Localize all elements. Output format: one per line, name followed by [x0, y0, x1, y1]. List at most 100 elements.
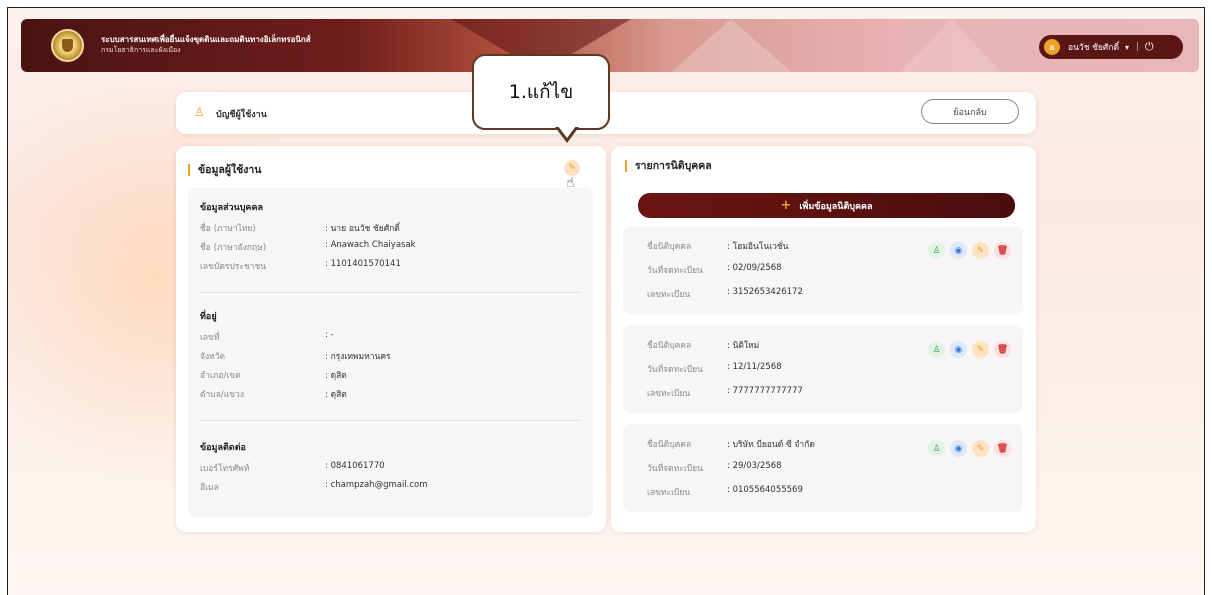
juristic-label: วันที่จดทะเบียน	[647, 365, 703, 375]
info-label: ตำบล/แขวง	[200, 390, 244, 400]
eye-icon[interactable]: ◉	[950, 242, 967, 259]
eye-icon[interactable]: ◉	[950, 440, 967, 457]
header-decoration	[671, 19, 791, 72]
back-button[interactable]: ย้อนกลับ	[921, 99, 1019, 124]
add-juristic-button[interactable]: + เพิ่มข้อมูลนิติบุคคล	[638, 193, 1015, 218]
juristic-label: เลขทะเบียน	[647, 290, 691, 300]
info-value: : ดุสิต	[325, 390, 347, 400]
person-icon[interactable]: ♙	[928, 242, 945, 259]
user-name: อนวัช ชัยศักดิ์	[1068, 43, 1119, 53]
info-row: ชื่อ (ภาษาอังกฤษ) : Anawach Chaiyasak	[200, 240, 580, 254]
juristic-value: : 0105564055569	[727, 485, 803, 495]
user-icon: ♙	[194, 105, 205, 119]
juristic-row: ชื่อนิติบุคคล : นิติใหม่	[647, 338, 907, 352]
info-row: เบอร์โทรศัพท์ : 0841061770	[200, 461, 580, 475]
callout-pointer	[558, 126, 576, 138]
juristic-row: เลขทะเบียน : 7777777777777	[647, 386, 907, 400]
info-label: เลขที่	[200, 333, 220, 343]
info-value: : 0841061770	[325, 461, 385, 471]
divider: |	[1136, 42, 1139, 52]
annotation-callout: 1.แก้ไข	[472, 54, 610, 130]
juristic-value: : บริษัท บียอนด์ ซี จำกัด	[727, 440, 815, 450]
person-icon[interactable]: ♙	[928, 341, 945, 358]
info-row: เลขบัตรประชาชน : 1101401570141	[200, 259, 580, 273]
header-decoration	[901, 19, 1001, 72]
juristic-list-card: รายการนิติบุคคล + เพิ่มข้อมูลนิติบุคคล ชื…	[611, 146, 1036, 532]
info-row: อีเมล : champzah@gmail.com	[200, 480, 580, 494]
department-name: กรมโยธาธิการและผังเมือง	[101, 46, 181, 54]
juristic-value: : 12/11/2568	[727, 362, 782, 372]
trash-icon[interactable]: 🗑	[994, 242, 1011, 259]
info-value: : Anawach Chaiyasak	[325, 240, 416, 250]
juristic-label: วันที่จดทะเบียน	[647, 266, 703, 276]
page-title: บัญชีผู้ใช้งาน	[216, 110, 267, 120]
contact-title: ข้อมูลติดต่อ	[200, 443, 246, 453]
juristic-value: : 7777777777777	[727, 386, 803, 396]
info-row: อำเภอ/เขต : ดุสิต	[200, 368, 580, 382]
divider	[200, 292, 580, 293]
pencil-icon[interactable]: ✎	[972, 440, 989, 457]
juristic-label: เลขทะเบียน	[647, 488, 691, 498]
avatar: อ	[1044, 39, 1060, 55]
trash-icon[interactable]: 🗑	[994, 440, 1011, 457]
address-title: ที่อยู่	[200, 312, 217, 322]
edit-user-button[interactable]: ✎	[564, 160, 580, 176]
pencil-icon[interactable]: ✎	[972, 341, 989, 358]
info-value: : 1101401570141	[325, 259, 401, 269]
info-label: เบอร์โทรศัพท์	[200, 464, 250, 474]
user-info-title: ข้อมูลผู้ใช้งาน	[188, 164, 261, 176]
user-info-card: ข้อมูลผู้ใช้งาน ✎ ☝ ข้อมูลส่วนบุคคล ชื่อ…	[176, 146, 606, 532]
info-value: : ดุสิต	[325, 371, 347, 381]
person-icon[interactable]: ♙	[928, 440, 945, 457]
app-header: ระบบสารสนเทศเพื่อยื่นแจ้งขุดดินและถมดินท…	[21, 19, 1199, 72]
juristic-row: เลขทะเบียน : 0105564055569	[647, 485, 907, 499]
juristic-value: : โฮมอินโนเวชั่น	[727, 242, 789, 252]
juristic-item: ชื่อนิติบุคคล : โฮมอินโนเวชั่น วันที่จดทะ…	[623, 226, 1023, 314]
info-label: อีเมล	[200, 483, 219, 493]
juristic-row: วันที่จดทะเบียน : 29/03/2568	[647, 461, 907, 475]
info-row: ชื่อ (ภาษาไทย): นาย อนวัช ชัยศักดิ์	[200, 221, 580, 235]
pencil-icon[interactable]: ✎	[972, 242, 989, 259]
user-menu[interactable]: อ อนวัช ชัยศักดิ์ ▾ | ⏻	[1039, 35, 1183, 59]
juristic-list-title: รายการนิติบุคคล	[625, 160, 712, 172]
info-label: จังหวัด	[200, 352, 226, 362]
juristic-row: เลขทะเบียน : 3152653426172	[647, 287, 907, 301]
info-value: : กรุงเทพมหานคร	[325, 352, 391, 362]
info-value: : -	[325, 330, 334, 340]
plus-icon: +	[780, 198, 792, 213]
juristic-actions: ♙ ◉ ✎ 🗑	[928, 440, 1011, 457]
juristic-value: : 3152653426172	[727, 287, 803, 297]
pencil-icon: ✎	[568, 163, 576, 173]
user-info-panel: ข้อมูลส่วนบุคคล ชื่อ (ภาษาไทย): นาย อนวั…	[188, 188, 593, 518]
info-label: อำเภอ/เขต	[200, 371, 241, 381]
juristic-row: วันที่จดทะเบียน : 02/09/2568	[647, 263, 907, 277]
juristic-actions: ♙ ◉ ✎ 🗑	[928, 341, 1011, 358]
juristic-item: ชื่อนิติบุคคล: บริษัท บียอนด์ ซี จำกัด ว…	[623, 424, 1023, 512]
chevron-down-icon[interactable]: ▾	[1125, 43, 1129, 52]
personal-info-title: ข้อมูลส่วนบุคคล	[200, 203, 263, 213]
juristic-label: ชื่อนิติบุคคล	[647, 341, 692, 351]
juristic-label: วันที่จดทะเบียน	[647, 464, 703, 474]
add-juristic-label: เพิ่มข้อมูลนิติบุคคล	[799, 201, 873, 212]
juristic-row: ชื่อนิติบุคคล: บริษัท บียอนด์ ซี จำกัด	[647, 437, 907, 451]
eye-icon[interactable]: ◉	[950, 341, 967, 358]
info-row: จังหวัด : กรุงเทพมหานคร	[200, 349, 580, 363]
juristic-label: ชื่อนิติบุคคล	[647, 242, 692, 252]
divider	[200, 420, 580, 421]
juristic-row: ชื่อนิติบุคคล : โฮมอินโนเวชั่น	[647, 239, 907, 253]
info-row: เลขที่ : -	[200, 330, 580, 344]
department-logo-icon[interactable]	[51, 29, 84, 62]
info-row: ตำบล/แขวง : ดุสิต	[200, 387, 580, 401]
juristic-item: ชื่อนิติบุคคล : นิติใหม่ วันที่จดทะเบียน:…	[623, 325, 1023, 413]
logout-icon[interactable]: ⏻	[1145, 40, 1154, 54]
juristic-value: : 02/09/2568	[727, 263, 782, 273]
info-value: : champzah@gmail.com	[325, 480, 428, 490]
juristic-label: เลขทะเบียน	[647, 389, 691, 399]
juristic-value: : 29/03/2568	[727, 461, 782, 471]
juristic-value: : นิติใหม่	[727, 341, 760, 351]
info-label: ชื่อ (ภาษาอังกฤษ)	[200, 243, 267, 253]
info-label: เลขบัตรประชาชน	[200, 262, 267, 272]
juristic-actions: ♙ ◉ ✎ 🗑	[928, 242, 1011, 259]
trash-icon[interactable]: 🗑	[994, 341, 1011, 358]
juristic-row: วันที่จดทะเบียน : 12/11/2568	[647, 362, 907, 376]
